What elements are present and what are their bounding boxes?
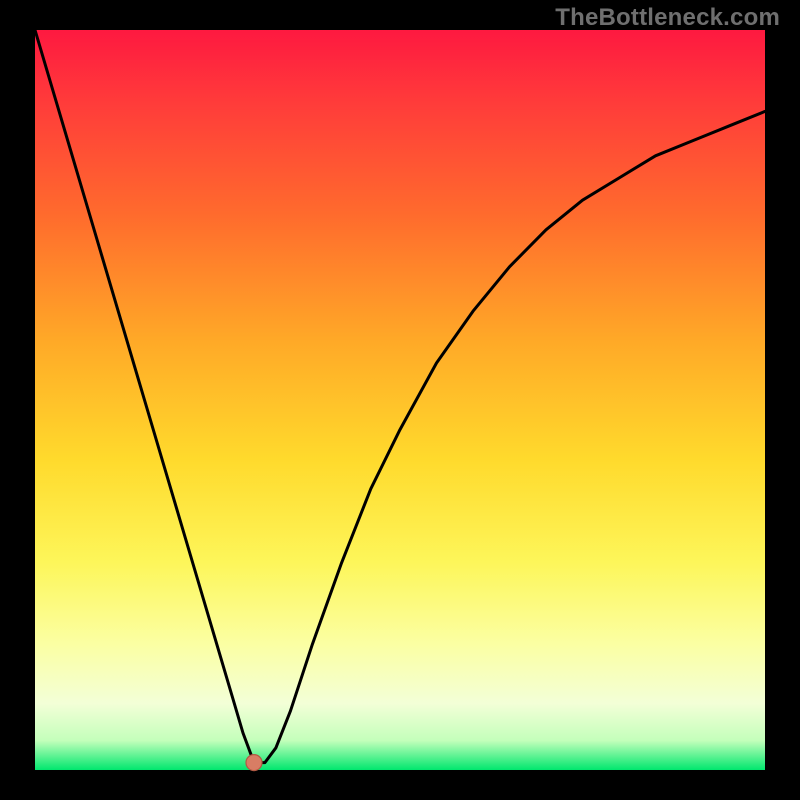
bottleneck-curve (35, 30, 765, 763)
chart-container: TheBottleneck.com (0, 0, 800, 800)
chart-overlay (0, 0, 800, 800)
optimal-point-marker (246, 755, 262, 771)
